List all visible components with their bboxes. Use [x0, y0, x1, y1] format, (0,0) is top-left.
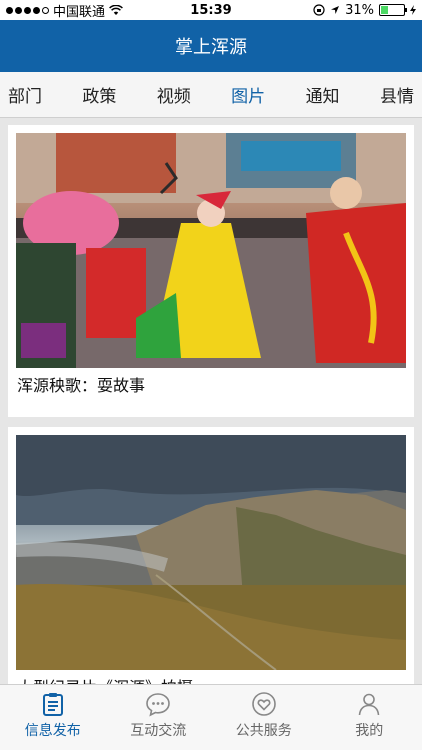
tab-info-publish[interactable]: 信息发布	[0, 685, 106, 750]
tab-pictures[interactable]: 图片	[231, 82, 265, 107]
tab-mine[interactable]: 我的	[317, 685, 422, 750]
clipboard-icon	[42, 693, 63, 716]
battery-percent: 31%	[345, 2, 374, 18]
status-indicators: 31%	[313, 3, 416, 18]
photo-illustration	[16, 435, 406, 670]
tab-interaction[interactable]: 互动交流	[106, 685, 212, 750]
tab-county-info[interactable]: 县情	[380, 82, 414, 107]
nav-bar: 掌上浑源	[0, 20, 422, 72]
category-tabs: 部门 政策 视频 图片 通知 县情	[0, 72, 422, 118]
charging-bolt-icon	[410, 5, 416, 15]
tab-department[interactable]: 部门	[8, 82, 42, 107]
page-title: 掌上浑源	[175, 37, 247, 58]
heart-shield-icon	[251, 692, 276, 716]
chat-bubble-icon	[146, 693, 171, 717]
rotation-lock-icon	[313, 4, 325, 16]
tab-video[interactable]: 视频	[157, 82, 191, 107]
person-icon	[358, 693, 380, 716]
battery-icon	[379, 4, 407, 16]
photo-caption[interactable]: 大型纪录片《浑源》拍摄	[17, 674, 193, 684]
status-bar: 中国联通 15:39 31%	[0, 0, 422, 20]
bottom-tab-bar: 信息发布 互动交流 公共服务 我的	[0, 684, 422, 750]
mountain-landscape-photo[interactable]	[16, 435, 406, 670]
picture-feed[interactable]: 浑源秧歌：耍故事 大型纪录片《浑源》拍摄	[0, 118, 422, 684]
battery-level	[381, 6, 388, 14]
list-item[interactable]: 大型纪录片《浑源》拍摄	[8, 427, 414, 684]
tab-notice[interactable]: 通知	[306, 82, 340, 107]
photo-illustration	[16, 133, 406, 368]
tab-label: 我的	[355, 723, 384, 739]
tab-public-service[interactable]: 公共服务	[211, 685, 317, 750]
tab-label: 信息发布	[24, 723, 81, 739]
location-arrow-icon	[331, 6, 340, 14]
list-item[interactable]: 浑源秧歌：耍故事	[8, 125, 414, 417]
tab-label: 互动交流	[130, 723, 187, 739]
yangko-dance-photo[interactable]	[16, 133, 406, 368]
tab-policy[interactable]: 政策	[82, 82, 116, 107]
tab-label: 公共服务	[235, 723, 292, 739]
photo-caption[interactable]: 浑源秧歌：耍故事	[17, 372, 145, 396]
